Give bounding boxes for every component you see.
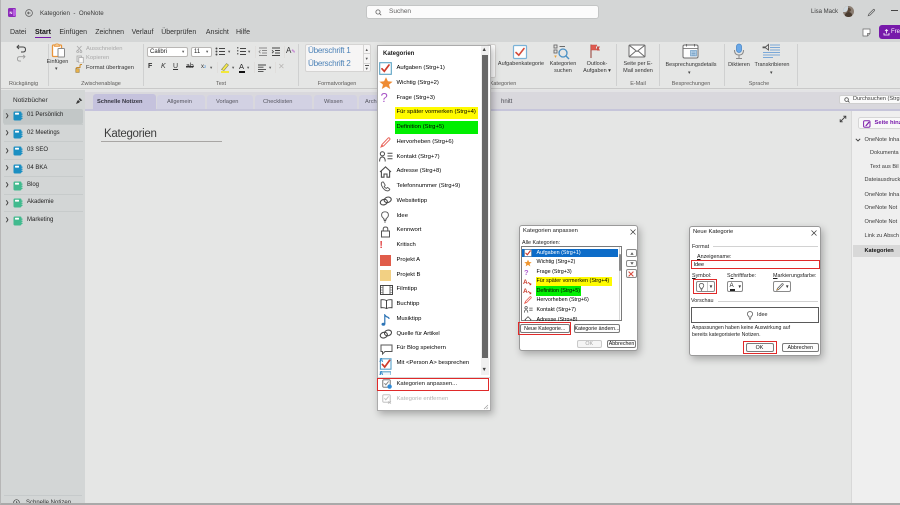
svg-text:A: A bbox=[523, 278, 528, 285]
svg-text:A: A bbox=[379, 358, 383, 364]
svg-text:A: A bbox=[379, 371, 383, 375]
svg-text:A: A bbox=[523, 288, 528, 295]
